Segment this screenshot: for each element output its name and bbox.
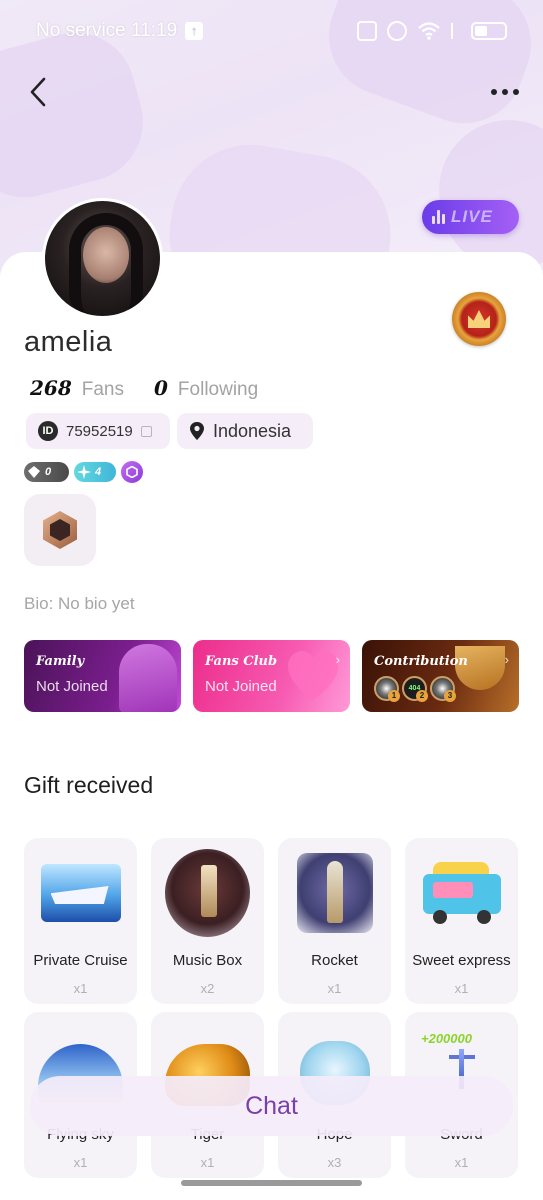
gift-card[interactable]: Music Box x2 [151, 838, 264, 1004]
upload-notification-icon: ↑ [185, 22, 204, 40]
gift-count: x1 [200, 1155, 215, 1170]
contributor-avatar[interactable]: 1 [374, 676, 400, 702]
id-icon: ID [38, 421, 58, 441]
music-box-icon [165, 849, 250, 937]
fans-club-card[interactable]: Fans Club Not Joined › [193, 640, 350, 712]
nfc-icon [357, 21, 377, 41]
gift-count: x1 [327, 981, 342, 996]
contributor-avatar[interactable]: 404 2 [402, 676, 428, 702]
contribution-title: Contribution [374, 654, 468, 669]
chevron-right-icon: › [335, 652, 340, 667]
gift-art [419, 848, 504, 938]
avatar-face [83, 227, 129, 283]
sparkle-icon [77, 465, 91, 479]
rank-number: 2 [416, 690, 428, 702]
gift-name: Rocket [311, 952, 358, 969]
medal-icon [43, 511, 77, 549]
food-truck-icon [419, 860, 504, 926]
gift-art [292, 848, 377, 938]
family-title: Family [36, 654, 85, 669]
following-label[interactable]: Following [178, 379, 258, 401]
gift-count: x1 [73, 1155, 88, 1170]
chat-button[interactable]: Chat [30, 1076, 513, 1136]
following-count[interactable]: 0 [154, 376, 168, 400]
gift-art [38, 848, 123, 938]
location-text: Indonesia [213, 420, 292, 441]
contributor-avatar[interactable]: 3 [430, 676, 456, 702]
family-status: Not Joined [36, 678, 108, 695]
user-id: 75952519 [66, 422, 133, 440]
contribution-card[interactable]: Contribution › 1 404 2 3 [362, 640, 519, 712]
level-badges: 0 4 [24, 461, 143, 483]
gift-count: x1 [73, 981, 88, 996]
star-level-badge[interactable]: 4 [74, 462, 116, 482]
hexagon-badge-icon[interactable] [121, 461, 143, 483]
family-card[interactable]: Family Not Joined [24, 640, 181, 712]
rank-number: 1 [388, 690, 400, 702]
battery-icon [471, 22, 507, 40]
gift-name: Music Box [172, 952, 243, 969]
fans-club-status: Not Joined [205, 678, 277, 695]
chevron-right-icon: › [504, 652, 509, 667]
more-horizontal-icon [491, 89, 519, 95]
contributor-avatars: 1 404 2 3 [374, 676, 456, 702]
back-button[interactable] [18, 72, 58, 112]
location-chip: Indonesia [177, 413, 313, 449]
helmet-icon [119, 644, 177, 712]
gift-name: Private Cruise [33, 952, 128, 969]
user-id-chip[interactable]: ID 75952519 [26, 413, 170, 449]
wifi-icon [418, 22, 440, 40]
fans-label[interactable]: Fans [82, 379, 124, 401]
diamond-level: 0 [45, 466, 52, 478]
crown-icon [468, 310, 490, 328]
crown-level-badge-icon[interactable] [452, 292, 506, 346]
avatar[interactable] [42, 198, 163, 319]
live-badge[interactable]: LIVE [422, 200, 519, 234]
home-indicator[interactable] [181, 1180, 362, 1186]
sword-bonus-text: +200000 [421, 1031, 472, 1046]
diamond-icon [28, 466, 40, 478]
gift-count: x3 [327, 1155, 342, 1170]
status-left: No service 11:19 ↑ [36, 20, 204, 42]
gift-card[interactable]: Private Cruise x1 [24, 838, 137, 1004]
username: amelia [24, 326, 113, 358]
alarm-icon [387, 21, 407, 41]
copy-icon[interactable] [140, 425, 152, 437]
hexagon-icon [126, 466, 138, 478]
gift-count: x2 [200, 981, 215, 996]
location-pin-icon [190, 422, 204, 440]
rocket-icon [296, 853, 373, 933]
carrier-time: No service 11:19 [36, 20, 178, 41]
live-label: LIVE [451, 207, 493, 226]
star-level: 4 [95, 466, 102, 478]
gifts-title: Gift received [24, 772, 154, 798]
gift-card[interactable]: Sweet express x1 [405, 838, 518, 1004]
chevron-left-icon [30, 77, 46, 107]
follow-stats: 268 Fans 0 Following [30, 376, 288, 401]
status-right [357, 21, 507, 41]
gift-count: x1 [454, 981, 469, 996]
diamond-level-badge[interactable]: 0 [24, 462, 69, 482]
gift-count: x1 [454, 1155, 469, 1170]
fans-club-title: Fans Club [205, 654, 278, 669]
status-bar: No service 11:19 ↑ [0, 0, 543, 62]
sim-off-icon [451, 23, 461, 39]
bio: Bio: No bio yet [24, 594, 135, 613]
cruise-ship-icon [40, 864, 121, 922]
heart-icon [288, 651, 338, 700]
live-bars-icon [432, 210, 445, 224]
gift-card[interactable]: Rocket x1 [278, 838, 391, 1004]
fans-count[interactable]: 268 [30, 376, 72, 400]
rank-number: 3 [444, 690, 456, 702]
gift-art [165, 848, 250, 938]
medal-tile[interactable] [24, 494, 96, 566]
medal-core [50, 519, 70, 541]
more-options-button[interactable] [485, 74, 525, 110]
gift-name: Sweet express [412, 952, 511, 969]
